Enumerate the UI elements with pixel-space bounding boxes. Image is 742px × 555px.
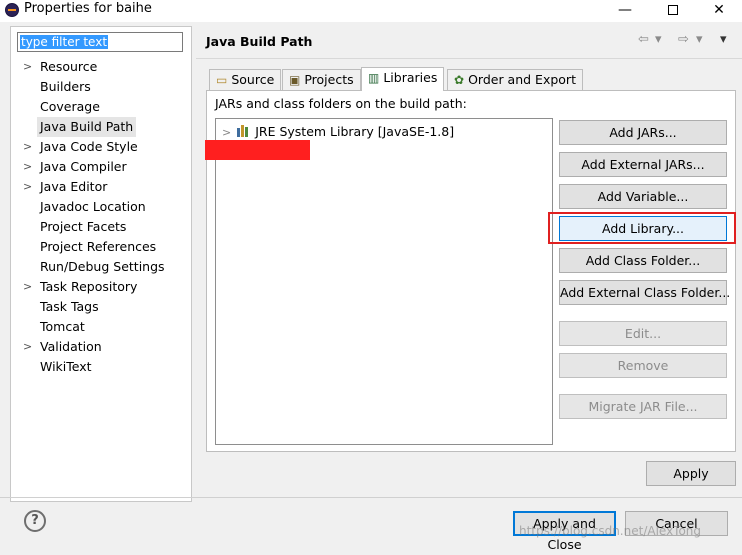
library-icon <box>237 125 251 137</box>
projects-icon: ▣ <box>289 73 301 87</box>
tree-item-java-compiler[interactable]: > Java Compiler <box>11 157 191 177</box>
libraries-icon: ▥ <box>368 71 380 85</box>
tree-item-builders[interactable]: Builders <box>11 77 191 97</box>
tab-libraries[interactable]: ▥ Libraries <box>361 67 445 91</box>
tree-item-validation[interactable]: > Validation <box>11 337 191 357</box>
preference-tree: > Resource Builders Coverage Java Build P… <box>11 57 191 377</box>
minimize-button[interactable]: — <box>602 0 648 22</box>
tree-item-coverage[interactable]: Coverage <box>11 97 191 117</box>
tree-item-run-debug-settings[interactable]: Run/Debug Settings <box>11 257 191 277</box>
migrate-jar-button[interactable]: Migrate JAR File... <box>559 394 727 419</box>
edit-button[interactable]: Edit... <box>559 321 727 346</box>
help-icon[interactable]: ? <box>24 510 46 532</box>
back-dropdown-icon[interactable]: ▾ <box>655 32 662 47</box>
filter-input-text: type filter text <box>20 35 109 49</box>
chevron-right-icon[interactable]: > <box>23 337 32 357</box>
apply-button[interactable]: Apply <box>646 461 736 486</box>
chevron-right-icon[interactable]: > <box>23 137 32 157</box>
maximize-button[interactable] <box>650 0 696 22</box>
add-variable-button[interactable]: Add Variable... <box>559 184 727 209</box>
tree-item-javadoc-location[interactable]: Javadoc Location <box>11 197 191 217</box>
add-external-class-folder-button[interactable]: Add External Class Folder... <box>559 280 730 305</box>
order-export-icon: ✿ <box>454 73 465 87</box>
chevron-right-icon[interactable]: > <box>23 177 32 197</box>
back-arrow-icon[interactable]: ⇦ <box>638 32 649 47</box>
tree-item-tomcat[interactable]: Tomcat <box>11 317 191 337</box>
window-title: Properties for baihe <box>24 1 152 16</box>
remove-button[interactable]: Remove <box>559 353 727 378</box>
filter-input[interactable]: type filter text <box>17 32 183 52</box>
maximize-icon <box>668 5 678 15</box>
preference-tree-panel: type filter text > Resource Builders Cove… <box>10 26 192 502</box>
footer-divider <box>0 497 742 498</box>
tab-projects[interactable]: ▣ Projects <box>282 69 361 90</box>
eclipse-icon <box>5 3 19 17</box>
page-navigation: ⇦ ▾ ⇨ ▾ ▾ <box>636 32 736 50</box>
page-title: Java Build Path <box>206 34 313 49</box>
tree-item-task-repository[interactable]: > Task Repository <box>11 277 191 297</box>
tree-item-project-references[interactable]: Project References <box>11 237 191 257</box>
source-folder-icon: ▭ <box>216 73 228 87</box>
tab-order-and-export[interactable]: ✿ Order and Export <box>447 69 583 90</box>
chevron-right-icon[interactable]: > <box>23 277 32 297</box>
chevron-right-icon[interactable]: > <box>23 157 32 177</box>
add-jars-button[interactable]: Add JARs... <box>559 120 727 145</box>
chevron-right-icon[interactable]: > <box>222 126 231 139</box>
tree-item-resource[interactable]: > Resource <box>11 57 191 77</box>
redaction-mark <box>205 140 310 160</box>
add-external-jars-button[interactable]: Add External JARs... <box>559 152 727 177</box>
list-item[interactable]: > JRE System Library [JavaSE-1.8] <box>222 123 454 141</box>
view-menu-icon[interactable]: ▾ <box>720 32 727 47</box>
chevron-right-icon[interactable]: > <box>23 57 32 77</box>
tree-item-wikitext[interactable]: WikiText <box>11 357 191 377</box>
forward-dropdown-icon[interactable]: ▾ <box>696 32 703 47</box>
close-button[interactable]: ✕ <box>696 0 742 22</box>
tab-source[interactable]: ▭ Source <box>209 69 282 90</box>
title-bar: Properties for baihe — ✕ <box>0 0 742 22</box>
libraries-list[interactable]: > JRE System Library [JavaSE-1.8] <box>215 118 553 445</box>
libraries-caption: JARs and class folders on the build path… <box>215 96 467 111</box>
tree-item-java-code-style[interactable]: > Java Code Style <box>11 137 191 157</box>
forward-arrow-icon[interactable]: ⇨ <box>678 32 689 47</box>
tree-item-task-tags[interactable]: Task Tags <box>11 297 191 317</box>
add-class-folder-button[interactable]: Add Class Folder... <box>559 248 727 273</box>
header-divider <box>196 58 742 59</box>
tree-item-project-facets[interactable]: Project Facets <box>11 217 191 237</box>
highlight-annotation <box>548 212 736 244</box>
watermark: https://blog.csdn.net/AlexTong <box>519 524 702 538</box>
tree-item-java-editor[interactable]: > Java Editor <box>11 177 191 197</box>
tree-item-java-build-path[interactable]: Java Build Path <box>11 117 191 137</box>
